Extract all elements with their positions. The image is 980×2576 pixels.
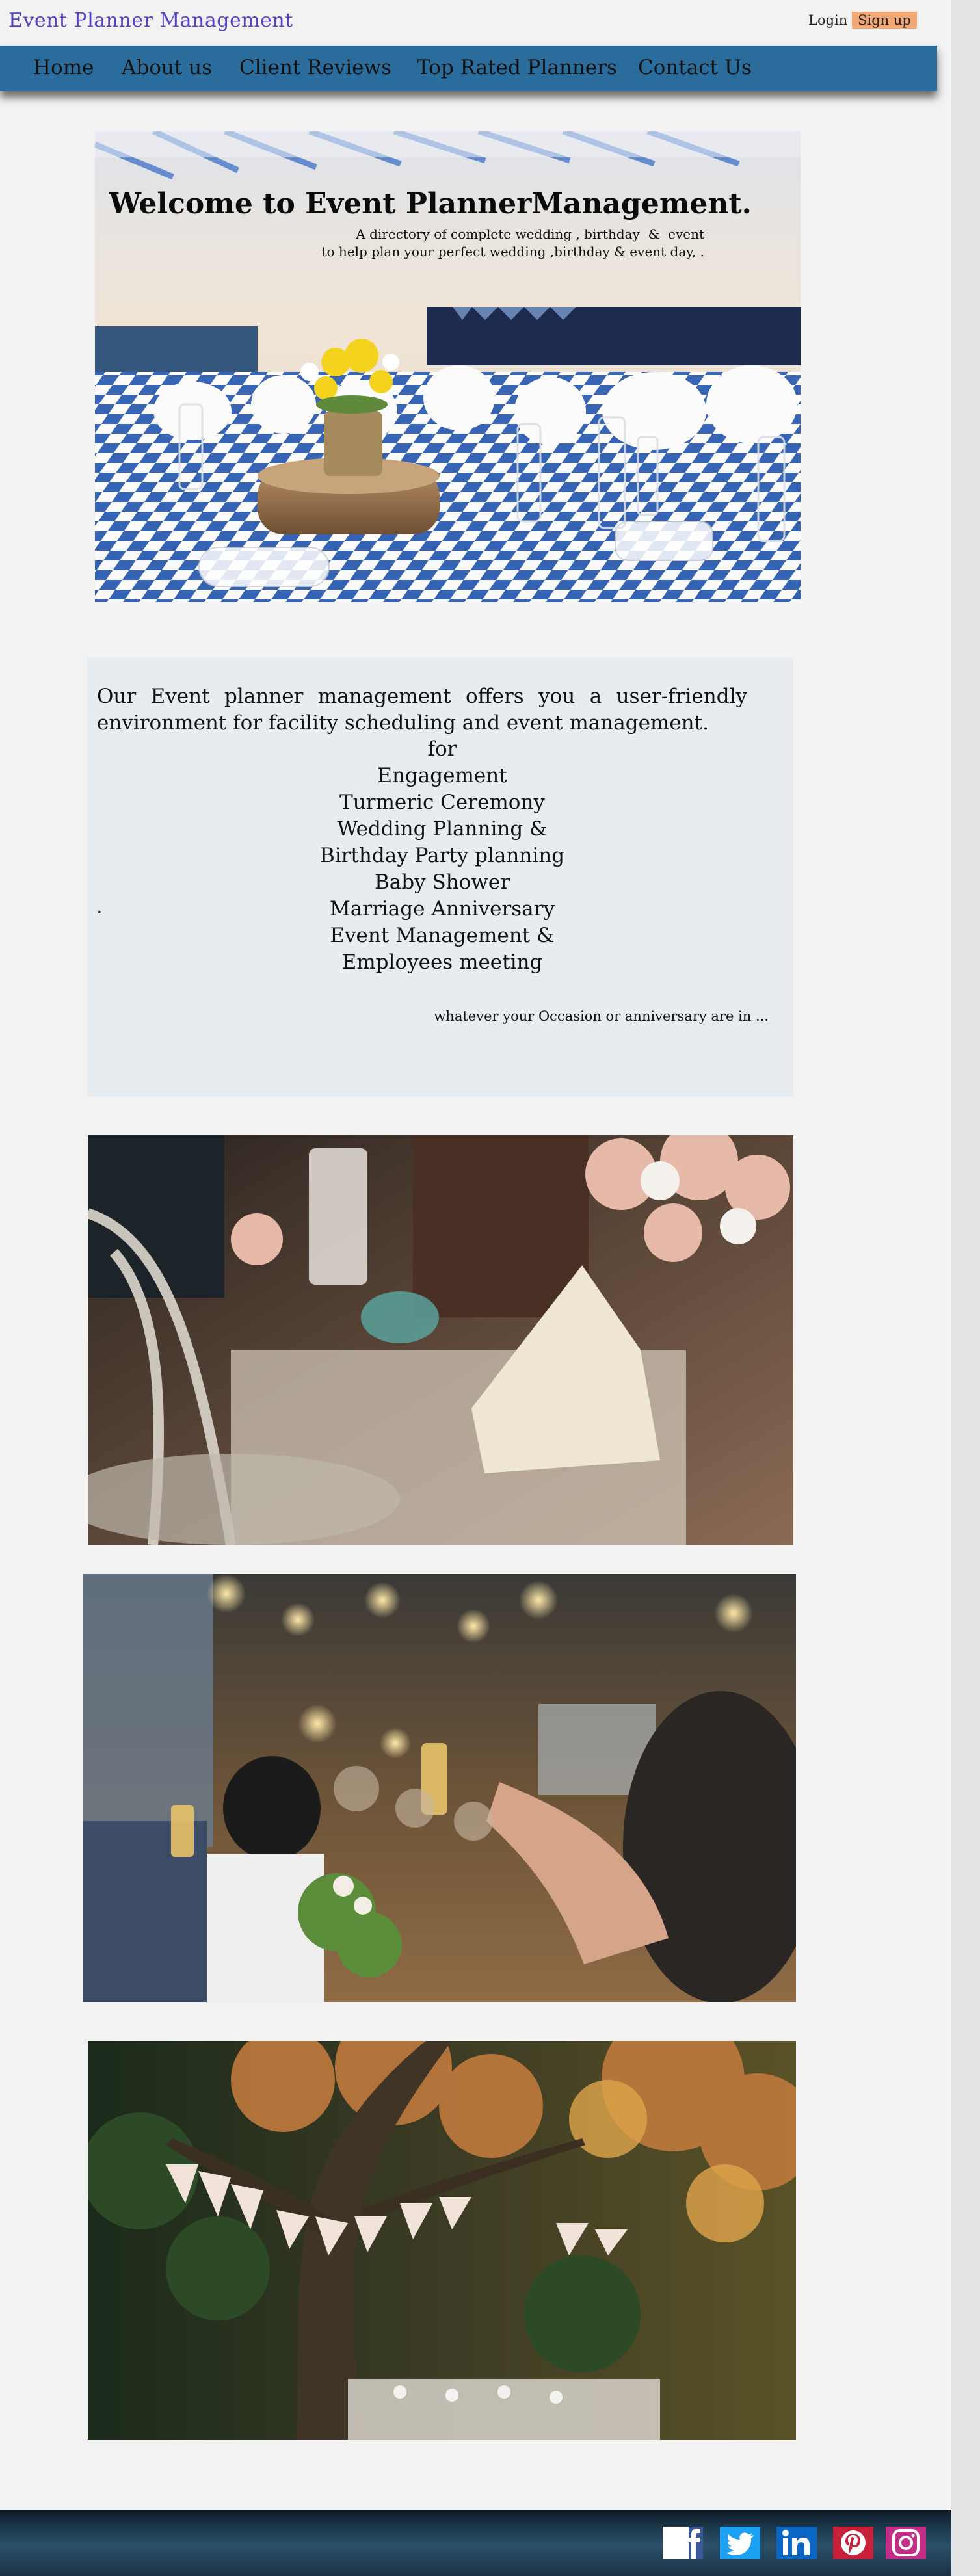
nav-top-rated-planners[interactable]: Top Rated Planners: [417, 56, 617, 79]
linkedin-icon[interactable]: [776, 2527, 817, 2559]
garden-party-photo: [88, 2041, 796, 2440]
twitter-icon[interactable]: [720, 2527, 760, 2559]
occasion-item: Baby Shower: [374, 871, 510, 894]
occasion-item: Event Management &: [330, 924, 555, 947]
nav-client-reviews[interactable]: Client Reviews: [239, 56, 391, 79]
occasion-item: Birthday Party planning: [319, 844, 565, 867]
nav-about-us[interactable]: About us: [122, 56, 212, 79]
nav-contact-us[interactable]: Contact Us: [638, 56, 752, 79]
services-panel: Our Event planner management offers you …: [88, 657, 793, 1097]
stray-dot: .: [96, 895, 103, 918]
signup-button[interactable]: Sign up: [852, 12, 917, 29]
site-footer: [0, 2510, 951, 2576]
site-brand[interactable]: Event Planner Management: [8, 9, 293, 32]
hero-title: Welcome to Event PlannerManagement.: [109, 187, 752, 220]
occasion-item: Turmeric Ceremony: [339, 791, 545, 814]
occasion-item: Employees meeting: [341, 951, 543, 974]
pinterest-icon[interactable]: [833, 2527, 873, 2559]
hero-banner: Welcome to Event PlannerManagement. A di…: [95, 131, 801, 602]
closing-text: whatever your Occasion or anniversary ar…: [434, 1008, 769, 1024]
occasion-item: for: [427, 737, 457, 761]
hero-subtitle: A directory of complete wedding , birthd…: [321, 226, 704, 259]
instagram-icon[interactable]: [886, 2527, 926, 2559]
occasion-item: Wedding Planning &: [337, 817, 548, 841]
login-link[interactable]: Login: [808, 12, 847, 29]
main-nav: Home About us Client Reviews Top Rated P…: [0, 46, 937, 91]
occasion-item: Engagement: [377, 764, 507, 787]
facebook-icon[interactable]: [663, 2527, 703, 2559]
nav-home[interactable]: Home: [33, 56, 94, 79]
intro-text: Our Event planner management offers you …: [97, 685, 747, 735]
celebration-toast-photo: [83, 1574, 796, 2002]
page-scrollbar[interactable]: [951, 0, 980, 2576]
wedding-table-photo: [88, 1135, 793, 1545]
occasion-list: for Engagement Turmeric Ceremony Wedding…: [88, 736, 797, 976]
occasion-item: Marriage Anniversary: [330, 897, 555, 921]
